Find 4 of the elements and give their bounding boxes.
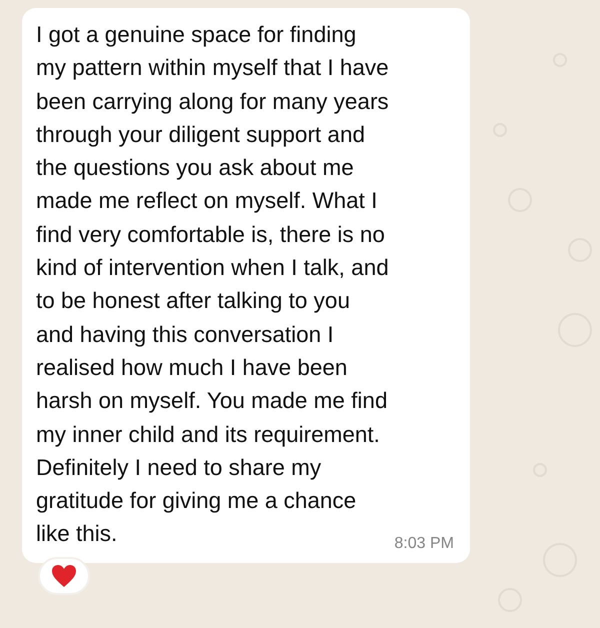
reaction-badge[interactable]	[38, 556, 90, 595]
message-text: I got a genuine space for finding my pattern within myself that I have been carrying along for many years through your diligent support and the questions you ask about me made me reflect on myself. What I find very comfortable is, there is no kind of intervention when I talk, and to be honest after talking to you and having this conversation I realised how much I have been harsh on myself. You made me find my inner child and its requirement. Definitely I need to share my gratitude for giving me a chance like this.	[36, 21, 389, 548]
heart-icon	[51, 564, 77, 588]
message-time: 8:03 PM	[394, 534, 454, 553]
